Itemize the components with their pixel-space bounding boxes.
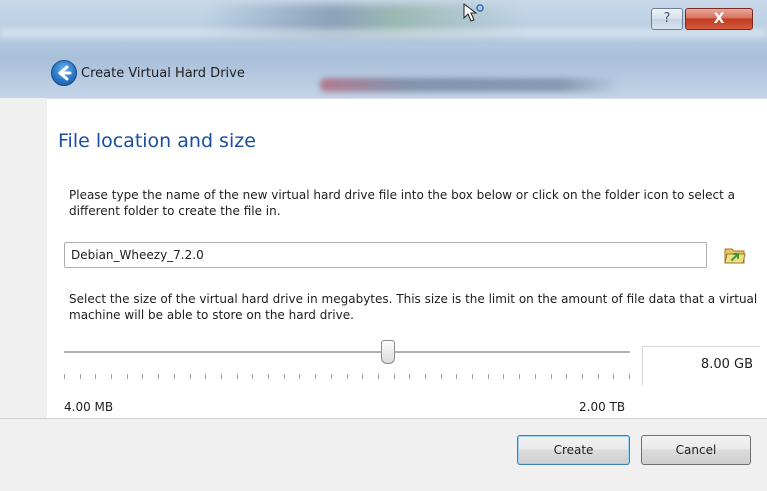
size-value[interactable]: 8.00 GB	[701, 357, 753, 372]
size-slider-track[interactable]	[64, 351, 630, 354]
help-button[interactable]: ?	[651, 8, 683, 30]
size-slider-thumb[interactable]	[380, 340, 395, 364]
folder-icon[interactable]	[724, 245, 746, 265]
help-icon: ?	[663, 11, 671, 26]
slider-ticks	[64, 374, 630, 379]
dialog-window: ? X Create Virtual Hard Drive File locat…	[0, 0, 767, 491]
close-icon: X	[713, 11, 725, 27]
close-button[interactable]: X	[685, 8, 753, 30]
cancel-button[interactable]: Cancel	[641, 435, 751, 465]
slider-min-label: 4.00 MB	[64, 400, 114, 414]
background-blur	[320, 78, 620, 92]
location-description: Please type the name of the new virtual …	[69, 188, 735, 218]
size-description: Select the size of the virtual hard driv…	[69, 292, 758, 322]
back-button[interactable]	[51, 60, 77, 86]
footer-divider	[0, 418, 767, 419]
window-title: Create Virtual Hard Drive	[81, 66, 245, 81]
back-arrow-icon	[58, 65, 72, 81]
slider-max-label: 2.00 TB	[579, 400, 626, 414]
page-title: File location and size	[58, 130, 256, 152]
mouse-cursor-icon	[463, 3, 484, 22]
file-name-input[interactable]	[64, 242, 707, 268]
create-button[interactable]: Create	[517, 435, 630, 465]
